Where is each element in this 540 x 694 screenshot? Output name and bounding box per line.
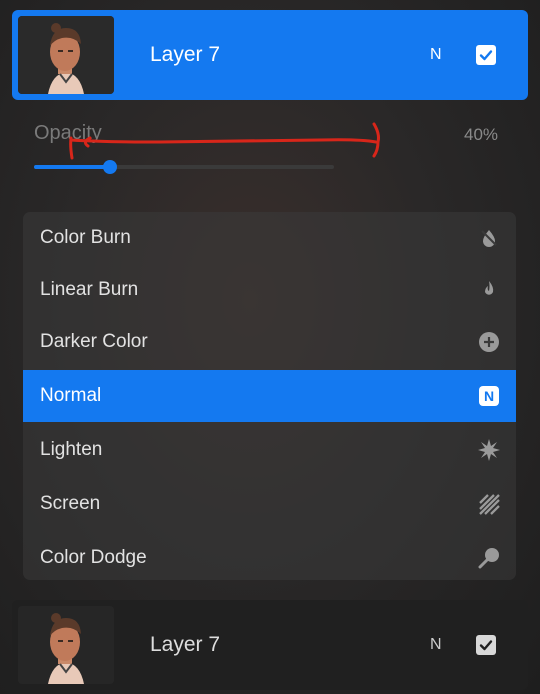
diagonal-stripes-icon (479, 494, 500, 515)
portrait-thumbnail-image (18, 16, 114, 94)
blend-item-label: Color Dodge (40, 547, 147, 568)
opacity-slider-fill (34, 165, 110, 169)
layer-thumbnail[interactable] (18, 606, 114, 684)
blend-item-label: Darker Color (40, 331, 148, 352)
checkmark-icon (479, 50, 493, 61)
blend-item-screen[interactable]: Screen (23, 478, 516, 530)
blend-mode-menu: Color Burn Linear Burn Darker Color Norm… (23, 212, 516, 580)
active-layer-row[interactable]: Layer 7 N (12, 10, 528, 100)
blend-item-linear-burn[interactable]: Linear Burn (23, 264, 516, 316)
n-badge-letter: N (484, 388, 494, 404)
layer-name: Layer 7 (150, 43, 221, 66)
visibility-checkbox[interactable] (476, 635, 496, 655)
blend-item-label: Color Burn (40, 227, 131, 248)
visibility-checkbox[interactable] (476, 45, 496, 65)
opacity-value: 40% (464, 125, 499, 144)
red-annotation-mark (69, 122, 380, 160)
blend-mode-button[interactable]: N (430, 636, 442, 654)
blend-mode-button[interactable]: N (430, 46, 442, 64)
flame-icon (485, 281, 494, 295)
opacity-slider[interactable] (34, 160, 334, 174)
n-badge-icon: N (479, 386, 499, 406)
blend-item-color-dodge[interactable]: Color Dodge (23, 532, 516, 580)
blend-item-lighten[interactable]: Lighten (23, 424, 516, 476)
blend-item-label: Lighten (40, 439, 103, 460)
portrait-thumbnail-image (18, 606, 114, 684)
blend-item-label: Linear Burn (40, 279, 139, 300)
layer-thumbnail[interactable] (18, 16, 114, 94)
blend-item-color-burn[interactable]: Color Burn (23, 212, 516, 264)
blend-item-normal[interactable]: Normal N (23, 370, 516, 422)
blend-item-label: Normal (40, 385, 102, 406)
plus-circle-icon (479, 332, 499, 352)
layer-name: Layer 7 (150, 633, 221, 656)
starburst-icon (478, 439, 500, 461)
magnifier-icon (478, 548, 499, 569)
layer-row[interactable]: Layer 7 N (12, 600, 528, 690)
burn-drop-icon (481, 230, 497, 247)
blend-item-darker-color[interactable]: Darker Color (23, 316, 516, 368)
blend-item-label: Screen (40, 493, 101, 514)
checkmark-icon (479, 640, 493, 651)
